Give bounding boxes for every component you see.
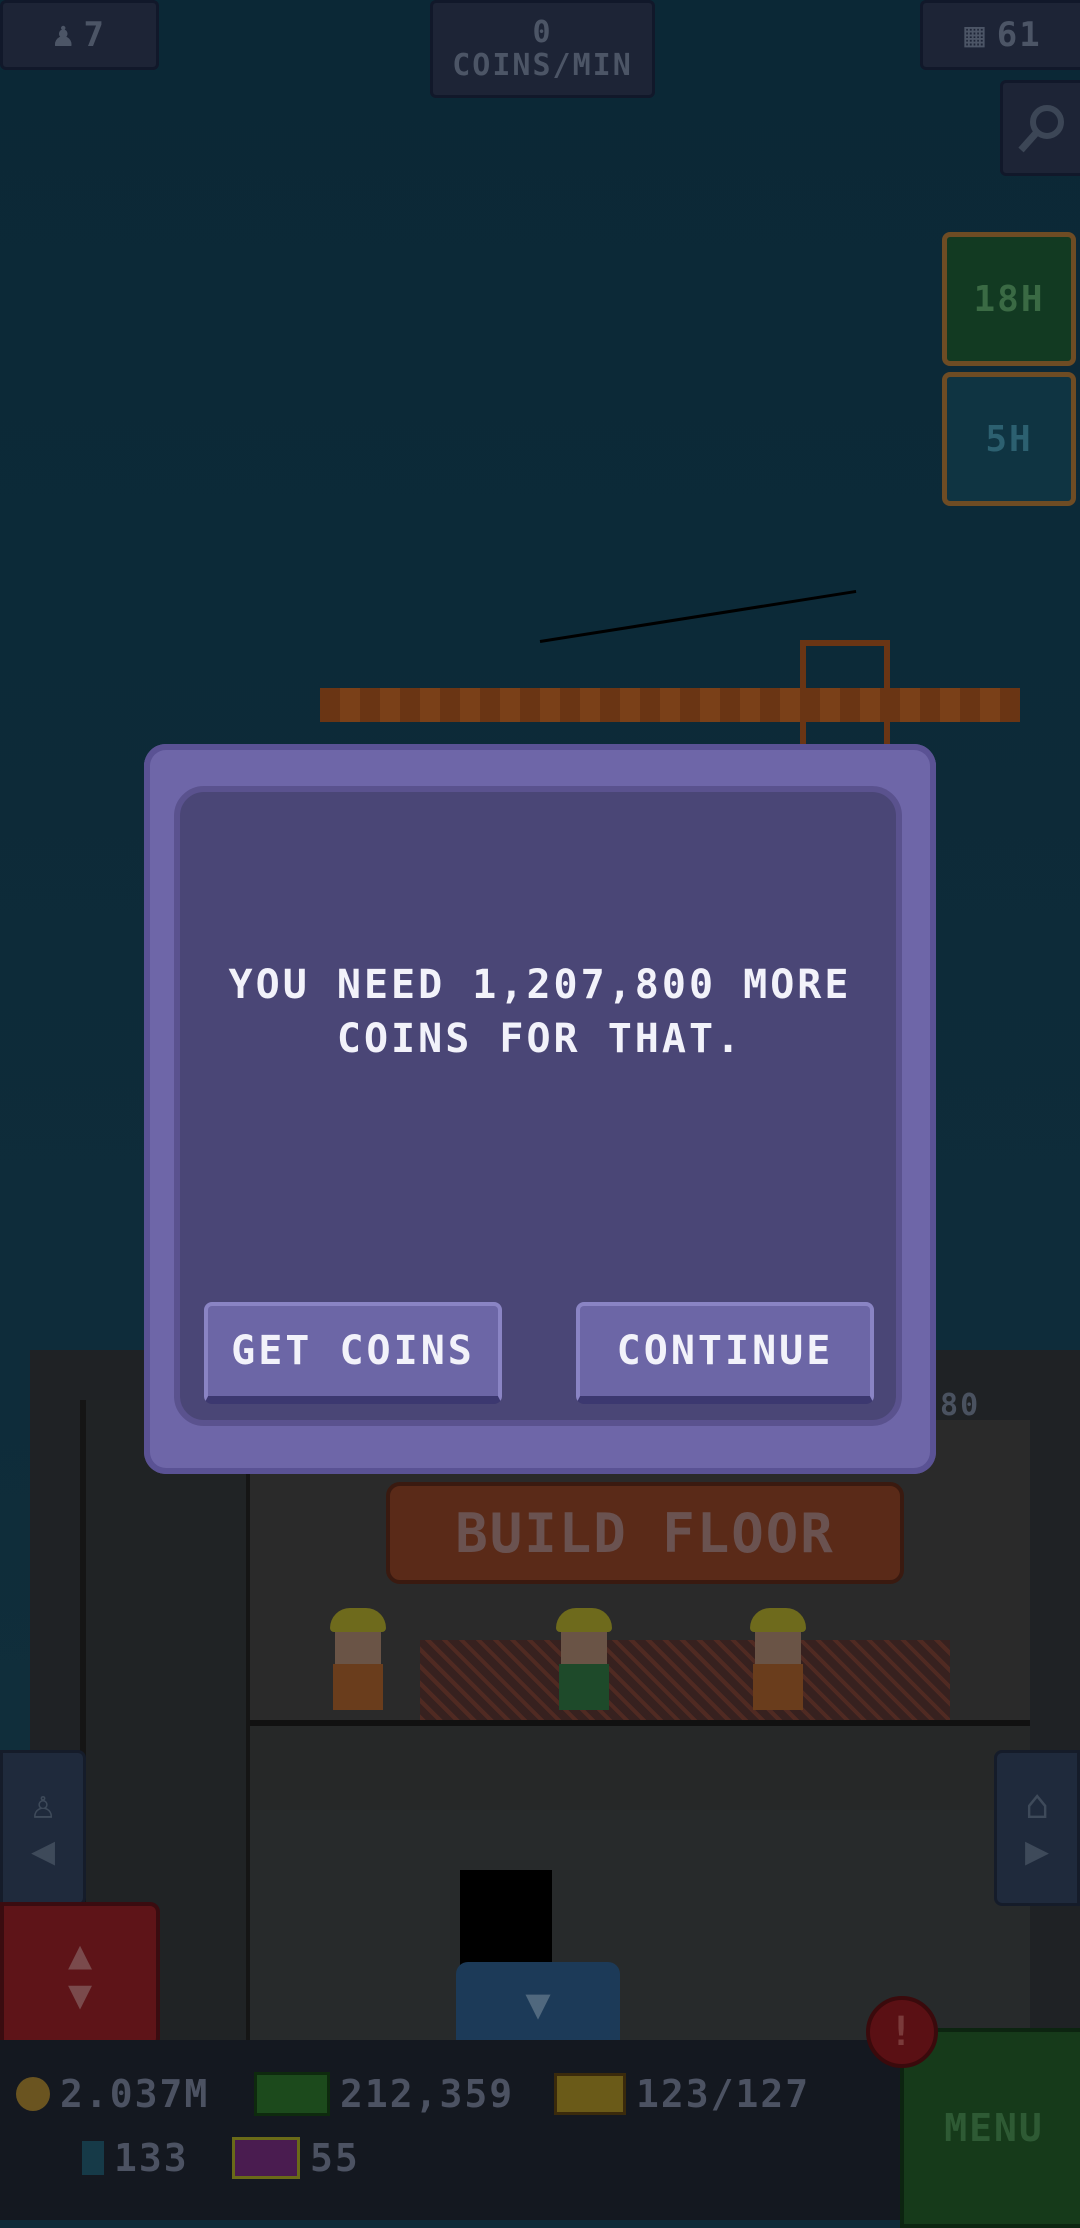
home-nav-button[interactable]: ⌂ ▶ [994, 1750, 1080, 1906]
continue-label: CONTINUE [616, 1328, 834, 1374]
gem-value: 133 [114, 2136, 189, 2180]
timer-button-18h[interactable]: 18H [942, 232, 1076, 366]
coins-per-min-label: COINS/MIN [452, 48, 633, 83]
home-icon: ⌂ [1024, 1782, 1050, 1828]
coins-per-min-counter[interactable]: 0 COINS/MIN [430, 0, 655, 98]
scroll-down-button[interactable]: ▼ [456, 1962, 620, 2044]
ticket-value: 55 [310, 2136, 360, 2180]
ticket-icon [232, 2137, 300, 2179]
arrow-down-icon: ▼ [67, 1972, 93, 2018]
search-button[interactable] [1000, 80, 1080, 176]
timer-label-5h: 5H [985, 418, 1033, 460]
get-coins-button[interactable]: GET COINS [204, 1302, 502, 1404]
timer-label-18h: 18H [973, 278, 1045, 320]
dialog-message: YOU NEED 1,207,800 MORE COINS FOR THAT. [228, 962, 852, 1062]
get-coins-label: GET COINS [231, 1328, 475, 1374]
population-value: 7 [83, 15, 106, 55]
ticket-resource[interactable]: 55 [232, 2136, 360, 2180]
crane-arm [320, 688, 1020, 722]
lobby-door [460, 1870, 552, 1970]
worker-sprite [750, 1608, 806, 1718]
vip-ticket-icon [554, 2073, 626, 2115]
worker-sprite [556, 1608, 612, 1718]
population-counter[interactable]: ♟ 7 [0, 0, 159, 70]
bitizen-nav-button[interactable]: ♙ ◀ [0, 1750, 86, 1906]
continue-button[interactable]: CONTINUE [576, 1302, 874, 1404]
gem-resource[interactable]: 133 [82, 2136, 189, 2180]
building-icon: ▦ [964, 15, 987, 55]
construction-fence [420, 1640, 950, 1720]
alert-icon: ! [888, 2009, 916, 2055]
person-icon: ♙ [30, 1782, 56, 1828]
vip-resource[interactable]: 123/127 [554, 2072, 810, 2116]
bux-resource[interactable]: 212,359 [254, 2072, 514, 2116]
worker-sprite [330, 1608, 386, 1718]
build-floor-button[interactable]: BUILD FLOOR [386, 1482, 904, 1584]
person-icon: ♟ [53, 15, 76, 55]
menu-label: MENU [944, 2106, 1044, 2150]
search-icon [1018, 105, 1064, 153]
build-floor-label: BUILD FLOOR [455, 1501, 835, 1565]
floor-counter[interactable]: ▦ 61 [920, 0, 1080, 70]
bux-icon [254, 2072, 330, 2116]
coin-icon [16, 2077, 50, 2111]
chevron-down-icon: ▼ [525, 1978, 551, 2028]
menu-button[interactable]: MENU [900, 2028, 1080, 2228]
floor-slab [250, 1720, 1030, 1816]
coins-resource[interactable]: 2.037M [16, 2072, 209, 2116]
vip-value: 123/127 [636, 2072, 811, 2116]
arrow-left-icon: ◀ [30, 1828, 56, 1874]
gem-icon [82, 2141, 104, 2175]
alert-badge[interactable]: ! [866, 1996, 938, 2068]
bux-value: 212,359 [340, 2072, 515, 2116]
floor-count-value: 61 [996, 15, 1042, 55]
arrow-right-icon: ▶ [1024, 1828, 1050, 1874]
timer-button-5h[interactable]: 5H [942, 372, 1076, 506]
arrow-up-icon: ▲ [67, 1932, 93, 1978]
coins-value: 2.037M [60, 2072, 210, 2116]
elevator-button[interactable]: ▲ ▼ [0, 1902, 160, 2048]
coins-per-min-value: 0 [532, 15, 553, 50]
